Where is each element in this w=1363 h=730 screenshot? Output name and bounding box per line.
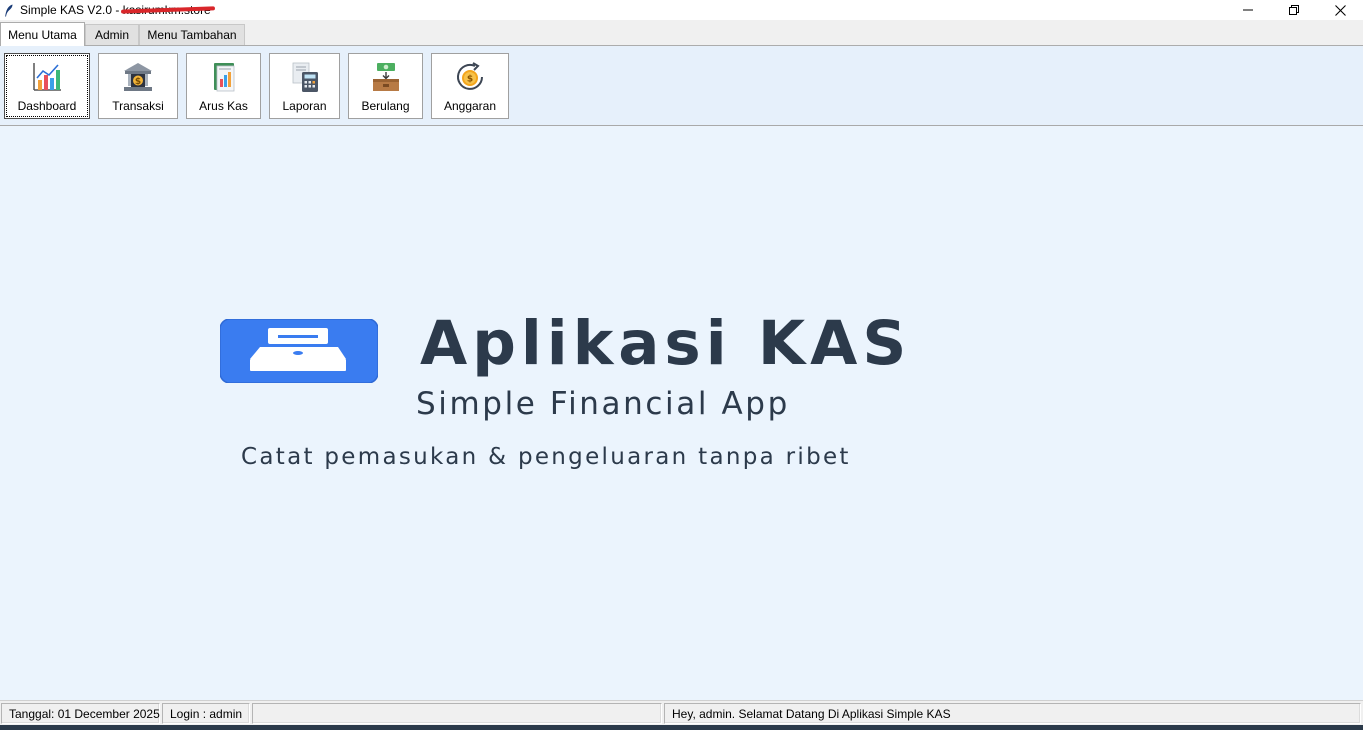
tab-admin[interactable]: Admin bbox=[85, 24, 139, 45]
status-message: Hey, admin. Selamat Datang Di Aplikasi S… bbox=[664, 703, 1361, 724]
main-content: Aplikasi KAS Simple Financial App Catat … bbox=[0, 126, 1363, 700]
status-spacer bbox=[252, 703, 662, 724]
money-box-icon bbox=[368, 59, 404, 95]
restore-icon bbox=[1289, 5, 1299, 15]
laporan-button[interactable]: Laporan bbox=[269, 53, 340, 119]
berulang-button[interactable]: Berulang bbox=[348, 53, 423, 119]
svg-text:$: $ bbox=[135, 77, 141, 87]
berulang-label: Berulang bbox=[361, 99, 410, 113]
window-controls bbox=[1225, 0, 1363, 20]
tab-strip: Menu Utama Admin Menu Tambahan bbox=[0, 20, 1363, 46]
transaksi-label: Transaksi bbox=[112, 99, 164, 113]
close-button[interactable] bbox=[1317, 0, 1363, 20]
status-login: Login : admin bbox=[162, 703, 250, 724]
anggaran-button[interactable]: $ Anggaran bbox=[431, 53, 509, 119]
feather-icon bbox=[3, 3, 15, 17]
title-bar: Simple KAS V2.0 - kasirumkm.store bbox=[0, 0, 1363, 20]
hero-subtitle: Simple Financial App bbox=[416, 386, 790, 422]
minimize-icon bbox=[1243, 9, 1253, 11]
bank-icon: $ bbox=[120, 59, 156, 95]
main-menu-panel: Dashboard $ Transaksi Arus Kas Laporan B… bbox=[0, 45, 1363, 126]
hero-title: Aplikasi KAS bbox=[420, 308, 912, 379]
window-title-prefix: Simple KAS V2.0 - bbox=[20, 3, 123, 17]
restore-button[interactable] bbox=[1271, 0, 1317, 20]
status-bar: Tanggal: 01 December 2025 Login : admin … bbox=[0, 700, 1363, 725]
laporan-label: Laporan bbox=[282, 99, 327, 113]
minimize-button[interactable] bbox=[1225, 0, 1271, 20]
anggaran-label: Anggaran bbox=[443, 99, 497, 113]
transaksi-button[interactable]: $ Transaksi bbox=[98, 53, 178, 119]
window-title-redacted: kasirumkm.store bbox=[122, 3, 211, 17]
calculator-icon bbox=[287, 59, 323, 95]
report-icon bbox=[206, 59, 242, 95]
svg-text:$: $ bbox=[467, 75, 473, 85]
chart-icon bbox=[29, 59, 65, 95]
cash-register-logo-icon bbox=[219, 318, 379, 384]
dashboard-button[interactable]: Dashboard bbox=[4, 53, 90, 119]
arus-kas-button[interactable]: Arus Kas bbox=[186, 53, 261, 119]
tab-menu-tambahan[interactable]: Menu Tambahan bbox=[139, 24, 245, 45]
window-title: Simple KAS V2.0 - kasirumkm.store bbox=[20, 3, 211, 17]
tab-menu-utama[interactable]: Menu Utama bbox=[0, 22, 85, 46]
dashboard-label: Dashboard bbox=[17, 99, 77, 113]
taskbar-strip bbox=[0, 725, 1363, 730]
status-date: Tanggal: 01 December 2025 bbox=[1, 703, 160, 724]
hero-tagline: Catat pemasukan & pengeluaran tanpa ribe… bbox=[241, 444, 851, 470]
arus-kas-label: Arus Kas bbox=[199, 99, 248, 113]
close-icon bbox=[1334, 4, 1346, 16]
coin-cycle-icon: $ bbox=[452, 59, 488, 95]
